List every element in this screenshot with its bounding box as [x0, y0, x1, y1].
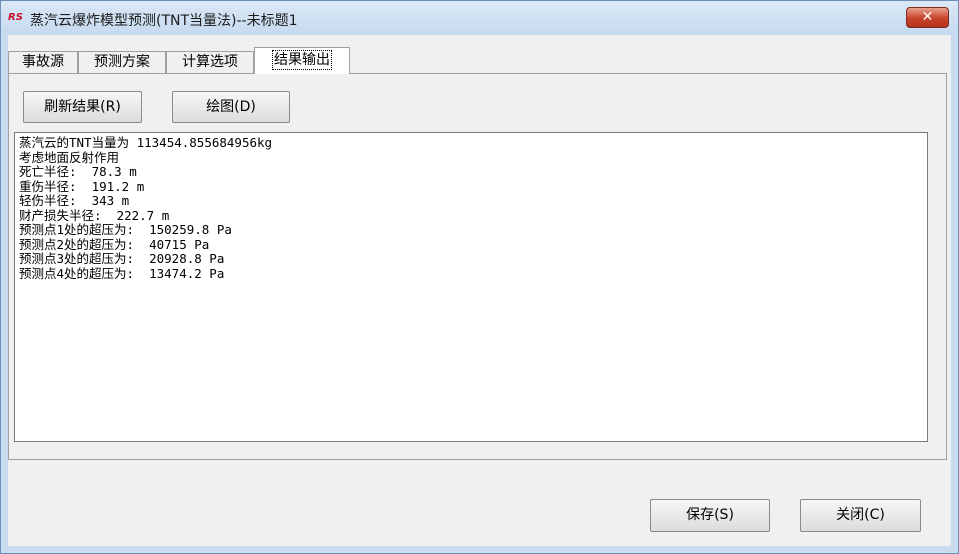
- title-bar[interactable]: RS 蒸汽云爆炸模型预测(TNT当量法)--未标题1 ✕: [1, 1, 958, 35]
- output-line: 预测点3处的超压为: 20928.8 Pa: [19, 251, 225, 266]
- tab-result-output[interactable]: 结果输出: [254, 47, 350, 74]
- app-logo-icon: RS: [8, 12, 23, 23]
- tab-label: 事故源: [22, 54, 64, 70]
- output-line: 蒸汽云的TNT当量为 113454.855684956kg: [19, 135, 273, 150]
- output-line: 死亡半径: 78.3 m: [19, 164, 137, 179]
- tab-label: 结果输出: [272, 50, 332, 70]
- window-close-button[interactable]: ✕: [906, 7, 949, 28]
- result-output-panel: 刷新结果(R) 绘图(D) 蒸汽云的TNT当量为 113454.85568495…: [8, 73, 947, 460]
- tab-prediction-plan[interactable]: 预测方案: [78, 51, 166, 73]
- dialog-window: RS 蒸汽云爆炸模型预测(TNT当量法)--未标题1 ✕ 事故源 预测方案 计算…: [0, 0, 959, 554]
- save-button[interactable]: 保存(S): [650, 499, 770, 532]
- refresh-results-button[interactable]: 刷新结果(R): [23, 91, 142, 123]
- tab-calculation-options[interactable]: 计算选项: [166, 51, 254, 73]
- tab-label: 预测方案: [94, 54, 150, 70]
- output-line: 预测点4处的超压为: 13474.2 Pa: [19, 265, 225, 281]
- output-line: 财产损失半径: 222.7 m: [19, 207, 170, 223]
- window-title: 蒸汽云爆炸模型预测(TNT当量法)--未标题1: [30, 13, 298, 29]
- output-line: 轻伤半径: 343 m: [19, 193, 130, 208]
- dialog-client-area: 事故源 预测方案 计算选项 结果输出 刷新结果(R) 绘图(D) 蒸汽云的TNT…: [8, 35, 951, 546]
- output-line: 重伤半径: 191.2 m: [19, 178, 145, 194]
- close-button[interactable]: 关闭(C): [800, 499, 921, 532]
- output-line: 考虑地面反射作用: [19, 149, 120, 165]
- results-text-area[interactable]: 蒸汽云的TNT当量为 113454.855684956kg 考虑地面反射作用 死…: [14, 132, 928, 442]
- output-line: 预测点1处的超压为: 150259.8 Pa: [19, 222, 232, 237]
- tab-accident-source[interactable]: 事故源: [8, 51, 78, 73]
- output-line: 预测点2处的超压为: 40715 Pa: [19, 236, 210, 252]
- plot-button[interactable]: 绘图(D): [172, 91, 290, 123]
- tab-label: 计算选项: [182, 54, 238, 70]
